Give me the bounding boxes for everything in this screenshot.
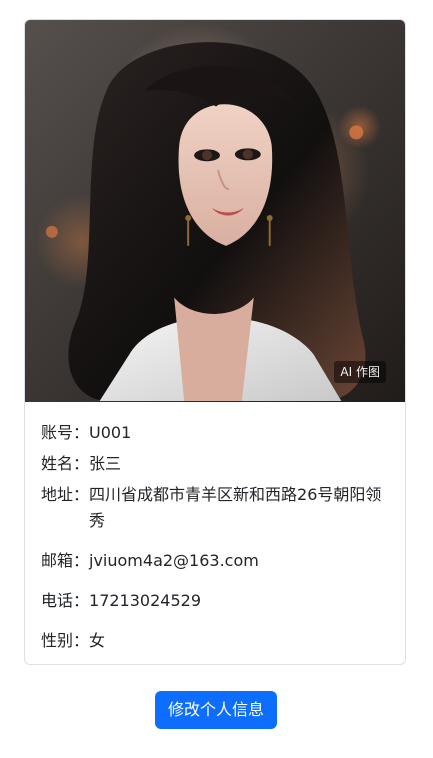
name-value: 张三: [89, 454, 122, 473]
profile-photo: AI 作图: [25, 20, 405, 402]
name-label: 姓名：: [41, 454, 90, 473]
account-row: 账号： U001: [41, 420, 389, 446]
gender-label: 性别：: [41, 631, 90, 650]
email-row: 邮箱： jviuom4a2@163.com: [41, 548, 389, 574]
edit-profile-button[interactable]: 修改个人信息: [155, 691, 277, 729]
address-label: 地址：: [41, 485, 90, 504]
account-label: 账号：: [41, 423, 90, 442]
name-row: 姓名： 张三: [41, 451, 389, 477]
phone-row: 电话： 17213024529: [41, 588, 389, 614]
phone-label: 电话：: [41, 591, 90, 610]
gender-row: 性别： 女: [41, 628, 389, 654]
profile-card: AI 作图 账号： U001 姓名： 张三 地址： 四川省成都市青羊区新和西路2…: [24, 19, 406, 665]
address-value: 四川省成都市青羊区新和西路26号朝阳领秀: [89, 485, 382, 530]
ai-generated-badge: AI 作图: [334, 361, 386, 383]
profile-info-list: 账号： U001 姓名： 张三 地址： 四川省成都市青羊区新和西路26号朝阳领秀…: [25, 402, 405, 654]
email-label: 邮箱：: [41, 551, 90, 570]
email-value: jviuom4a2@163.com: [89, 551, 259, 570]
phone-value: 17213024529: [89, 591, 201, 610]
address-row: 地址： 四川省成都市青羊区新和西路26号朝阳领秀: [41, 482, 389, 534]
portrait-image: [45, 42, 366, 402]
profile-page: AI 作图 账号： U001 姓名： 张三 地址： 四川省成都市青羊区新和西路2…: [0, 0, 433, 758]
gender-value: 女: [89, 631, 106, 650]
account-value: U001: [89, 423, 132, 442]
